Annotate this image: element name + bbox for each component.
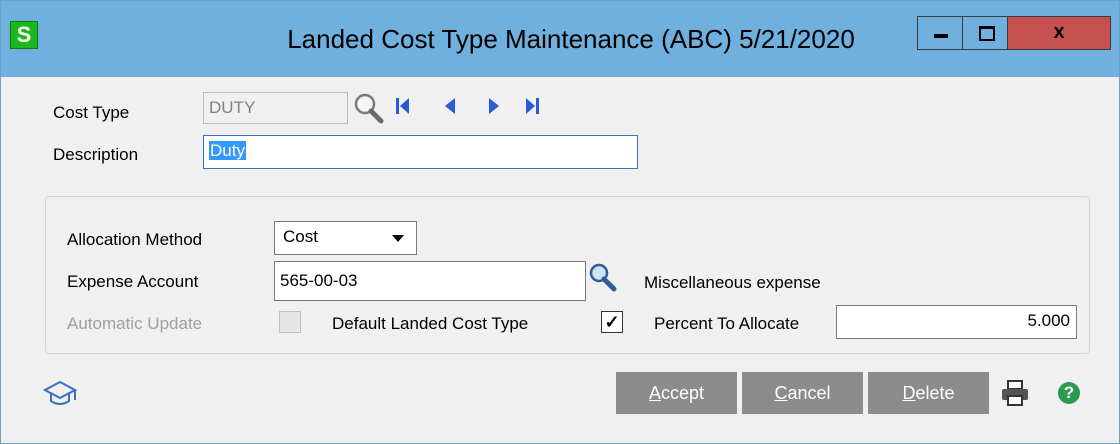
cost-type-field[interactable]: DUTY: [203, 92, 348, 124]
percent-to-allocate-field[interactable]: 5.000: [836, 305, 1077, 339]
title-bar[interactable]: S Landed Cost Type Maintenance (ABC) 5/2…: [1, 1, 1119, 77]
expense-account-description: Miscellaneous expense: [644, 273, 821, 292]
cost-type-label: Cost Type: [53, 103, 130, 122]
default-landed-cost-type-checkbox[interactable]: ✓: [601, 311, 623, 333]
last-record-icon[interactable]: [525, 97, 539, 115]
allocation-method-select[interactable]: Cost: [274, 221, 417, 255]
delete-button[interactable]: Delete: [868, 372, 989, 414]
accept-button[interactable]: Accept: [616, 372, 737, 414]
minimize-button[interactable]: [917, 16, 963, 50]
graduation-cap-icon[interactable]: [43, 379, 77, 409]
landed-cost-type-window: S Landed Cost Type Maintenance (ABC) 5/2…: [0, 0, 1120, 444]
cancel-button[interactable]: Cancel: [742, 372, 863, 414]
first-record-icon[interactable]: [396, 97, 410, 115]
expense-account-field[interactable]: 565-00-03: [274, 261, 586, 301]
close-button[interactable]: x: [1007, 16, 1111, 50]
maximize-button[interactable]: [962, 16, 1008, 50]
automatic-update-checkbox[interactable]: [279, 311, 301, 333]
description-field[interactable]: Duty: [203, 135, 638, 169]
help-icon[interactable]: ?: [1058, 382, 1080, 404]
chevron-down-icon: [392, 235, 404, 242]
default-landed-cost-type-label: Default Landed Cost Type: [332, 314, 529, 333]
percent-to-allocate-label: Percent To Allocate: [654, 314, 800, 333]
magnifier-icon[interactable]: [351, 91, 385, 125]
allocation-method-value: Cost: [283, 227, 318, 246]
allocation-method-label: Allocation Method: [67, 230, 203, 249]
description-label: Description: [53, 145, 139, 164]
form-body: Cost Type DUTY Description Duty Allocati…: [1, 77, 1119, 443]
next-record-icon[interactable]: [487, 97, 501, 115]
expense-account-label: Expense Account: [67, 272, 199, 291]
magnifier-icon[interactable]: [587, 262, 617, 292]
automatic-update-label: Automatic Update: [67, 314, 203, 333]
previous-record-icon[interactable]: [443, 97, 457, 115]
printer-icon[interactable]: [999, 379, 1031, 407]
description-value: Duty: [209, 141, 246, 160]
